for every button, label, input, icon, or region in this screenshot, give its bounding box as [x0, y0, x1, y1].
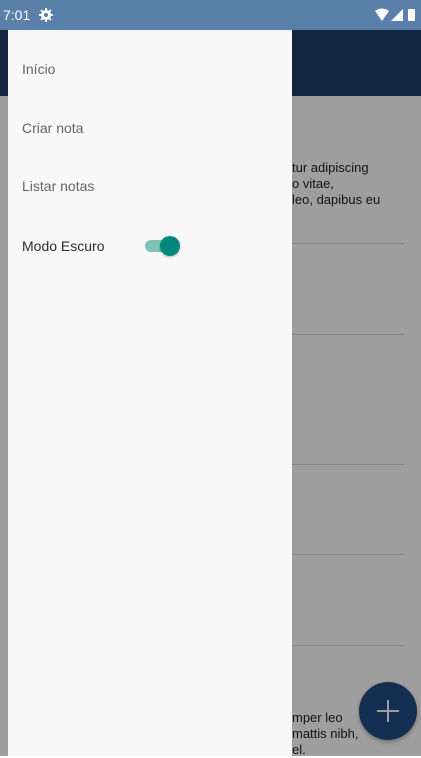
dark-mode-label: Modo Escuro — [22, 238, 105, 254]
signal-icon — [391, 9, 403, 21]
status-time: 7:01 — [3, 7, 31, 23]
wifi-icon — [375, 8, 389, 21]
drawer-item-criar-nota[interactable]: Criar nota — [22, 119, 83, 137]
status-bar: 7:01 — [0, 0, 421, 30]
toggle-thumb — [160, 236, 180, 256]
status-icons — [373, 8, 417, 22]
battery-icon — [408, 9, 415, 21]
gear-icon — [38, 7, 54, 23]
drawer-item-listar-notas[interactable]: Listar notas — [22, 177, 94, 195]
drawer-item-inicio[interactable]: Início — [22, 60, 55, 78]
navigation-drawer: Início Criar nota Listar notas Modo Escu… — [8, 30, 292, 756]
dark-mode-toggle[interactable] — [142, 235, 182, 257]
